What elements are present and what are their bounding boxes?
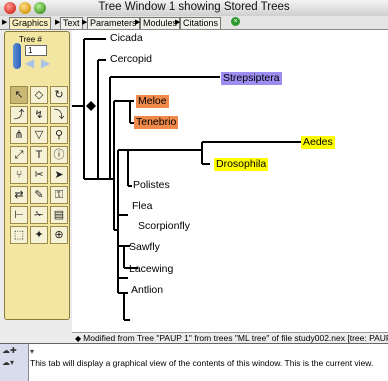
paint-tool-icon[interactable]: ✎: [30, 186, 48, 204]
previous-tree-icon[interactable]: ◀: [25, 57, 39, 69]
taxon-meloe[interactable]: Meloe: [136, 95, 169, 108]
cloud-plus-icon[interactable]: ☁✚: [2, 346, 24, 356]
taxon-flea[interactable]: Flea: [132, 200, 152, 213]
ladderize-tool-icon[interactable]: ▽: [30, 126, 48, 144]
tool-palette: Tree # 1 ◀ ▶ ↖ ◇ ↻ ⤴ ↯ ⤵ ⋔ ▽ ⚲ ⤢ T ⓘ ⑂ ✂…: [4, 31, 70, 320]
cloud-arrow-icon[interactable]: ☁▾: [2, 358, 24, 368]
ruler-tool-icon[interactable]: ▤: [50, 206, 68, 224]
prune-tool-icon[interactable]: ✂: [30, 166, 48, 184]
select-tool-icon[interactable]: ⬚: [10, 226, 28, 244]
tab-bar: ▶ Graphics ▶ Text ▶ Parameters ▶ Modules…: [0, 16, 388, 30]
scale-tool-icon[interactable]: ⤢: [10, 146, 28, 164]
tab-parameters[interactable]: Parameters: [87, 17, 140, 29]
root-node-marker: [86, 101, 96, 111]
taxon-tenebrio[interactable]: Tenebrio: [134, 116, 179, 129]
window-title: Tree Window 1 showing Stored Trees: [98, 1, 290, 13]
tree-canvas[interactable]: Cicada Cercopid Strepsiptera Meloe Teneb…: [72, 30, 388, 332]
tree-number-label: Tree #: [19, 35, 42, 44]
triangle-down-icon: ▾: [30, 347, 35, 356]
taxa-tool-icon[interactable]: ⋔: [10, 126, 28, 144]
pointer-tool-icon[interactable]: ➤: [50, 166, 68, 184]
explanation-text: This tab will display a graphical view o…: [30, 358, 374, 368]
node-tool-icon[interactable]: ◇: [30, 86, 48, 104]
wand-tool-icon[interactable]: ✦: [30, 226, 48, 244]
swap-tool-icon[interactable]: ↻: [50, 86, 68, 104]
taxon-antlion[interactable]: Antlion: [131, 284, 163, 297]
zoom-tool-icon[interactable]: ⊕: [50, 226, 68, 244]
tab-citations[interactable]: Citations: [180, 17, 222, 29]
taxon-strepsiptera[interactable]: Strepsiptera: [221, 72, 282, 85]
taxon-scorpionfly[interactable]: Scorpionfly: [138, 220, 190, 233]
triangle-right-icon: ▶: [2, 19, 8, 26]
reroot-tool-icon[interactable]: ⤴: [10, 106, 28, 124]
taxon-lacewing[interactable]: Lacewing: [129, 263, 173, 276]
arrow-tool-icon[interactable]: ↖: [10, 86, 28, 104]
taxon-cicada[interactable]: Cicada: [110, 32, 143, 45]
lock-tool-icon[interactable]: ⚿: [50, 186, 68, 204]
close-tab-icon[interactable]: ×: [231, 17, 240, 26]
info-tool-icon[interactable]: ⓘ: [50, 146, 68, 164]
bottom-icon-strip: ☁✚ ☁▾: [0, 344, 29, 381]
taxon-drosophila[interactable]: Drosophila: [214, 158, 269, 171]
taxon-sawfly[interactable]: Sawfly: [129, 241, 160, 254]
measure-tool-icon[interactable]: ⊢: [10, 206, 28, 224]
explanation-panel: ☁✚ ☁▾ ▾ This tab will display a graphica…: [0, 343, 388, 381]
taxon-polistes[interactable]: Polistes: [133, 179, 170, 192]
move-branch-tool-icon[interactable]: ↯: [30, 106, 48, 124]
tree-number-field[interactable]: 1: [25, 45, 47, 56]
magnify-tool-icon[interactable]: ⚲: [50, 126, 68, 144]
label-tool-icon[interactable]: T: [30, 146, 48, 164]
collapse-tool-icon[interactable]: ⤵: [50, 106, 68, 124]
interchange-tool-icon[interactable]: ⇄: [10, 186, 28, 204]
next-tree-icon[interactable]: ▶: [41, 57, 55, 69]
title-bar: Tree Window 1 showing Stored Trees: [0, 0, 388, 17]
taxon-aedes[interactable]: Aedes: [301, 136, 335, 149]
cut-tool-icon[interactable]: ✁: [30, 206, 48, 224]
branch-tool-icon[interactable]: ⑂: [10, 166, 28, 184]
taxon-cercopid[interactable]: Cercopid: [110, 53, 152, 66]
tree-scroll-bar[interactable]: [13, 43, 21, 69]
tab-text[interactable]: Text: [60, 17, 83, 29]
tab-graphics[interactable]: Graphics: [9, 17, 52, 29]
status-text: Modified from Tree "PAUP 1" from trees "…: [83, 333, 388, 343]
